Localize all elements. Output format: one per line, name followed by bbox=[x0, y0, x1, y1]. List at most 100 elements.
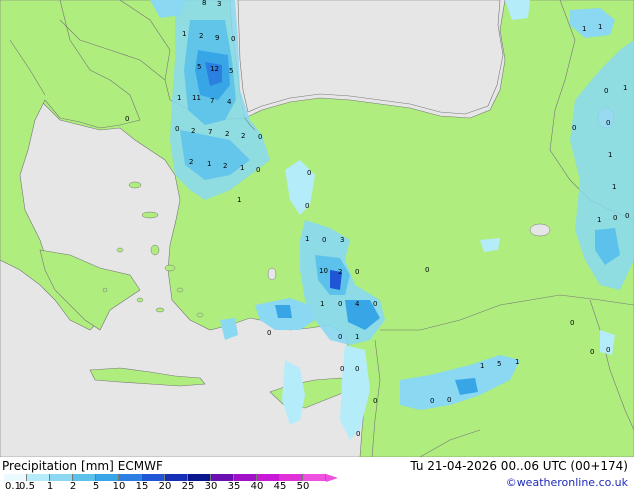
map-value-label: 0 bbox=[604, 87, 608, 95]
legend-tick-label: 2 bbox=[69, 481, 77, 492]
map-value-label: 0 bbox=[425, 266, 429, 274]
legend-colorbar bbox=[4, 473, 338, 482]
map-value-label: 3 bbox=[340, 236, 344, 244]
map-value-label: 0 bbox=[175, 125, 179, 133]
map-value-label: 0 bbox=[231, 35, 235, 43]
legend-tick-label: 20 bbox=[158, 481, 172, 492]
legend-model: ECMWF bbox=[117, 459, 163, 473]
forecast-datetime: Tu 21-04-2026 00..06 UTC (00+174) bbox=[410, 459, 628, 473]
map-value-label: 8 bbox=[202, 0, 206, 7]
credit-link[interactable]: ©weatheronline.co.uk bbox=[506, 476, 628, 489]
map-value-label: 0 bbox=[356, 430, 360, 438]
map-value-label: 0 bbox=[307, 169, 311, 177]
map-value-label: 1 bbox=[582, 25, 586, 33]
lake bbox=[529, 223, 551, 237]
map-value-label: 4 bbox=[227, 98, 232, 106]
map-value-label: 0 bbox=[322, 236, 326, 244]
legend-tick-label: 40 bbox=[250, 481, 264, 492]
legend-title-text: Precipitation bbox=[2, 459, 78, 473]
map-value-label: 1 bbox=[182, 30, 186, 38]
legend-tick-label: 15 bbox=[135, 481, 149, 492]
legend-arrow-tip bbox=[326, 473, 338, 482]
map-value-label: 1 bbox=[207, 160, 211, 168]
map-value-label: 5 bbox=[497, 360, 501, 368]
map-value-label: 0 bbox=[355, 268, 359, 276]
map-value-label: 2 bbox=[338, 268, 342, 276]
map-value-label: 0 bbox=[572, 124, 576, 132]
legend-tick-label: 50 bbox=[296, 481, 310, 492]
legend-swatch bbox=[119, 474, 142, 481]
map-value-label: 2 bbox=[199, 32, 203, 40]
map-value-label: 2 bbox=[189, 158, 193, 166]
map-value-label: 0 bbox=[625, 212, 629, 220]
map-value-label: 1 bbox=[598, 23, 602, 31]
map-value-label: 5 bbox=[197, 63, 201, 71]
map-value-label: 1 bbox=[355, 333, 359, 341]
map-value-label: 0 bbox=[338, 333, 342, 341]
map-value-label: 2 bbox=[241, 132, 245, 140]
map-value-label: 1 bbox=[240, 164, 244, 172]
legend-swatch bbox=[50, 474, 73, 481]
legend-swatch bbox=[96, 474, 119, 481]
map-value-label: 0 bbox=[570, 319, 574, 327]
legend-tick-label: 0.5 bbox=[19, 481, 35, 492]
map-value-label: 0 bbox=[590, 348, 594, 356]
map-value-label: 2 bbox=[225, 130, 229, 138]
map-value-label: 1 bbox=[612, 183, 616, 191]
legend-swatch bbox=[257, 474, 280, 481]
map-value-label: 4 bbox=[355, 300, 360, 308]
map-value-label: 0 bbox=[430, 397, 434, 405]
legend-unit: [mm] bbox=[81, 459, 114, 473]
legend-tick-label: 10 bbox=[112, 481, 126, 492]
precipitation-map: 8 3 1 2 9 0 5 12 5 1 11 7 4 0 2 7 2 2 0 … bbox=[0, 0, 634, 457]
map-value-label: 0 bbox=[373, 397, 377, 405]
legend-swatch bbox=[142, 474, 165, 481]
legend-title: Precipitation [mm] ECMWF bbox=[2, 459, 163, 473]
map-value-label: 9 bbox=[215, 34, 219, 42]
legend-swatch bbox=[73, 474, 96, 481]
legend-swatch bbox=[165, 474, 188, 481]
map-value-label: 2 bbox=[191, 127, 195, 135]
map-value-label: 1 bbox=[608, 151, 612, 159]
legend-swatch bbox=[27, 474, 50, 481]
map-value-label: 2 bbox=[223, 162, 227, 170]
legend-swatch bbox=[303, 474, 326, 481]
legend-swatch bbox=[4, 474, 27, 481]
map-value-label: 7 bbox=[208, 128, 212, 136]
legend-tick-label: 35 bbox=[227, 481, 241, 492]
map-value-label: 1 bbox=[480, 362, 484, 370]
legend-swatch bbox=[234, 474, 257, 481]
map-value-label: 12 bbox=[210, 65, 219, 73]
map-value-label: 1 bbox=[515, 358, 519, 366]
map-value-label: 0 bbox=[258, 133, 262, 141]
map-value-label: 3 bbox=[217, 0, 221, 8]
legend-swatch bbox=[188, 474, 211, 481]
map-value-label: 5 bbox=[229, 67, 233, 75]
lake bbox=[267, 267, 277, 281]
map-value-label: 10 bbox=[319, 267, 328, 275]
legend-swatch bbox=[211, 474, 234, 481]
map-value-label: 1 bbox=[237, 196, 241, 204]
map-value-label: 7 bbox=[210, 97, 214, 105]
legend-tick-label: 1 bbox=[46, 481, 54, 492]
map-value-label: 0 bbox=[447, 396, 451, 404]
map-value-label: 0 bbox=[125, 115, 129, 123]
map-value-label: 0 bbox=[613, 214, 617, 222]
map-value-label: 0 bbox=[606, 346, 610, 354]
map-value-label: 1 bbox=[320, 300, 324, 308]
map-value-label: 0 bbox=[256, 166, 260, 174]
legend-tick-label: 30 bbox=[204, 481, 218, 492]
map-value-label: 0 bbox=[355, 365, 359, 373]
map-value-label: 0 bbox=[305, 202, 309, 210]
map-value-label: 0 bbox=[373, 300, 377, 308]
map-value-label: 1 bbox=[597, 216, 601, 224]
map-value-label: 1 bbox=[177, 94, 181, 102]
legend-footer: Precipitation [mm] ECMWF Tu 21-04-2026 00.… bbox=[0, 457, 634, 492]
map-value-label: 0 bbox=[267, 329, 271, 337]
legend-tick-label: 5 bbox=[92, 481, 100, 492]
map-value-label: 0 bbox=[606, 119, 610, 127]
map-value-label: 1 bbox=[305, 235, 309, 243]
map-value-label: 1 bbox=[623, 84, 627, 92]
map-value-label: 11 bbox=[192, 94, 201, 102]
legend-swatch bbox=[280, 474, 303, 481]
